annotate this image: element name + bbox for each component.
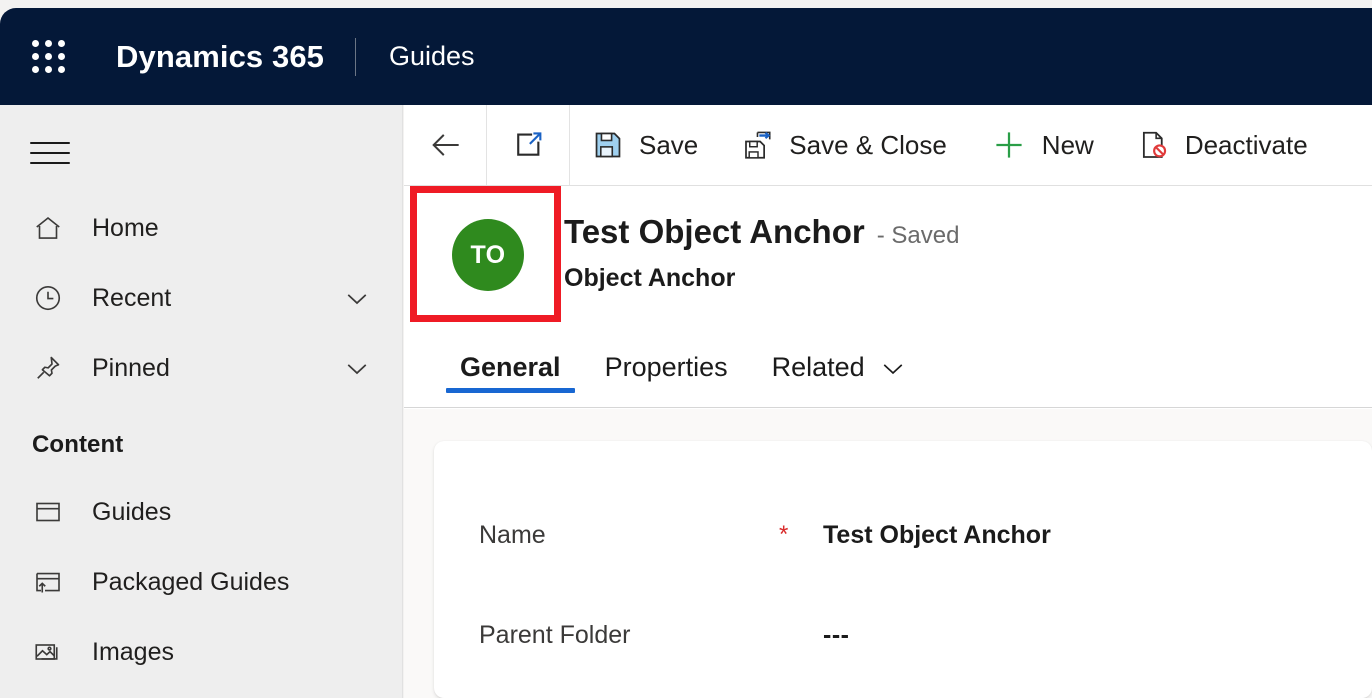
avatar[interactable]: TO: [452, 219, 524, 291]
sidebar-item-packaged-guides[interactable]: Packaged Guides: [0, 547, 402, 617]
sidebar-item-label: Pinned: [92, 353, 170, 382]
clock-icon: [30, 280, 66, 316]
save-floppy-icon: [592, 129, 624, 161]
save-and-close-button[interactable]: Save & Close: [720, 105, 969, 185]
plus-icon: [991, 127, 1027, 163]
save-and-close-button-label: Save & Close: [789, 129, 947, 160]
field-label: Name: [479, 520, 546, 549]
save-button[interactable]: Save: [570, 105, 720, 185]
deactivate-button-label: Deactivate: [1184, 129, 1308, 160]
tab-general[interactable]: General: [446, 326, 575, 407]
home-icon: [30, 210, 66, 246]
deactivate-document-icon: [1138, 129, 1170, 161]
tab-label: Properties: [604, 352, 728, 382]
sidebar-item-images[interactable]: Images: [0, 617, 402, 687]
new-button-label: New: [1041, 129, 1094, 160]
sidebar-item-recent[interactable]: Recent: [0, 263, 402, 333]
window-icon: [30, 494, 66, 530]
record-header: TO Test Object Anchor - Saved Object Anc…: [404, 186, 1372, 326]
sidebar-item-pinned[interactable]: Pinned: [0, 333, 402, 403]
field-row-parent-folder: Parent Folder ---: [434, 585, 1372, 685]
arrow-left-icon: [427, 126, 465, 164]
sidebar-item-label: Packaged Guides: [92, 567, 290, 596]
window-upload-icon: [30, 564, 66, 600]
hamburger-icon[interactable]: [30, 138, 70, 168]
tab-label: General: [460, 352, 561, 382]
save-button-label: Save: [639, 129, 699, 160]
brand-divider: [355, 37, 356, 76]
field-row-name: Name * Test Object Anchor: [434, 485, 1372, 585]
command-bar: Save Save & Close New Deactivate: [404, 105, 1372, 186]
field-label: Parent Folder: [479, 620, 631, 649]
tab-label: Related: [771, 352, 865, 382]
sidebar-item-label: Guides: [92, 497, 172, 526]
popout-button[interactable]: [487, 105, 570, 185]
chevron-down-icon[interactable]: [342, 353, 372, 383]
sidebar-primary-list: Home Recent Pinned: [0, 193, 402, 403]
record-subtitle: Object Anchor: [564, 264, 736, 292]
general-form-card: Name * Test Object Anchor Parent Folder …: [434, 441, 1372, 698]
back-button[interactable]: [404, 105, 487, 185]
app-root: Dynamics 365 Guides Home Recent Pinned C…: [0, 0, 1372, 698]
deactivate-button[interactable]: Deactivate: [1116, 105, 1330, 185]
name-field-value[interactable]: Test Object Anchor: [823, 521, 1051, 550]
app-name-label[interactable]: Guides: [389, 41, 475, 72]
sidebar-content-list: Guides Packaged Guides Images: [0, 477, 402, 687]
sidebar-item-label: Images: [92, 637, 174, 666]
page-title: Test Object Anchor: [564, 213, 865, 250]
save-and-close-icon: [742, 129, 774, 161]
waffle-grid-icon[interactable]: [32, 39, 66, 74]
open-in-new-window-icon: [512, 128, 546, 162]
status-badge: - Saved: [876, 222, 960, 249]
form-body: Name * Test Object Anchor Parent Folder …: [404, 409, 1372, 698]
brand-title[interactable]: Dynamics 365: [116, 39, 324, 75]
chevron-down-icon[interactable]: [878, 353, 908, 383]
sidebar-navigation: Home Recent Pinned Content Guides Packag…: [0, 105, 403, 698]
images-icon: [30, 634, 66, 670]
sidebar-group-title: Content: [32, 431, 124, 458]
new-button[interactable]: New: [969, 105, 1116, 185]
main-content-pane: Save Save & Close New Deactivate TO Test…: [404, 105, 1372, 698]
tab-related[interactable]: Related: [758, 326, 922, 407]
form-tab-strip: General Properties Related: [404, 326, 1372, 408]
pin-icon: [30, 350, 66, 386]
sidebar-item-label: Recent: [92, 283, 172, 312]
chevron-down-icon[interactable]: [342, 283, 372, 313]
sidebar-item-home[interactable]: Home: [0, 193, 402, 263]
sidebar-item-label: Home: [92, 213, 159, 242]
record-title-block: Test Object Anchor - Saved Object Anchor: [564, 213, 959, 293]
required-indicator: *: [779, 521, 789, 548]
parent-folder-field-value[interactable]: ---: [823, 621, 849, 650]
tab-properties[interactable]: Properties: [591, 326, 742, 407]
sidebar-item-guides[interactable]: Guides: [0, 477, 402, 547]
top-navigation-bar: Dynamics 365 Guides: [0, 8, 1372, 105]
